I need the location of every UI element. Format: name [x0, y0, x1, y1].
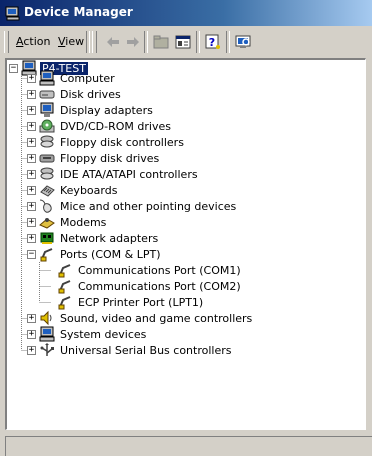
help-button[interactable]: ?	[204, 33, 222, 51]
help-icon: ?	[205, 34, 220, 49]
tree-item-keyboards[interactable]: Keyboards	[39, 182, 119, 198]
tree-item-lpt1[interactable]: ECP Printer Port (LPT1)	[57, 294, 205, 310]
port-icon	[40, 248, 53, 262]
expand-toggle[interactable]: +	[27, 170, 36, 179]
device-manager-icon	[5, 6, 20, 21]
port-icon	[58, 296, 71, 310]
tree-item-usb[interactable]: Universal Serial Bus controllers	[39, 342, 233, 358]
expand-toggle[interactable]: +	[27, 314, 36, 323]
tree-item-sound[interactable]: Sound, video and game controllers	[39, 310, 254, 326]
modem-icon	[39, 218, 55, 229]
tree-item-label: Disk drives	[60, 87, 121, 101]
tree-item-display-adapters[interactable]: Display adapters	[39, 102, 155, 118]
expand-toggle[interactable]: +	[27, 330, 36, 339]
toolbar-separator	[144, 31, 148, 53]
toolbar-grip[interactable]	[92, 31, 97, 53]
scan-hardware-icon	[235, 35, 251, 48]
tree-item-floppy-controllers[interactable]: Floppy disk controllers	[39, 134, 186, 150]
tree-item-computer[interactable]: Computer	[39, 70, 117, 86]
disk-drive-icon	[39, 90, 55, 99]
floppy-drive-icon	[39, 154, 55, 163]
expand-toggle[interactable]: +	[27, 138, 36, 147]
expand-toggle[interactable]: +	[27, 122, 36, 131]
expand-toggle[interactable]: +	[27, 202, 36, 211]
tree-item-label: DVD/CD-ROM drives	[60, 119, 171, 133]
collapse-toggle[interactable]: −	[9, 64, 18, 73]
expand-toggle[interactable]: +	[27, 218, 36, 227]
tree-item-label: Universal Serial Bus controllers	[60, 343, 232, 357]
tree-item-label: Floppy disk drives	[60, 151, 160, 165]
back-arrow-icon	[107, 37, 119, 47]
window-title: Device Manager	[24, 5, 133, 19]
computer-icon	[39, 70, 55, 86]
title-bar: Device Manager	[0, 0, 372, 26]
tree-item-label: Floppy disk controllers	[60, 135, 184, 149]
forward-button[interactable]	[124, 33, 142, 51]
tree-item-mice[interactable]: Mice and other pointing devices	[39, 198, 238, 214]
tree-item-disk-drives[interactable]: Disk drives	[39, 86, 123, 102]
up-button[interactable]	[152, 33, 170, 51]
tree-item-modems[interactable]: Modems	[39, 214, 108, 230]
forward-arrow-icon	[127, 37, 139, 47]
menu-view[interactable]: View	[58, 35, 84, 48]
expand-toggle[interactable]: +	[27, 74, 36, 83]
port-icon	[58, 264, 71, 278]
tree-item-com2[interactable]: Communications Port (COM2)	[57, 278, 243, 294]
menu-toolbar: Action View ?	[0, 26, 372, 58]
svg-text:?: ?	[209, 36, 215, 49]
tree-item-com1[interactable]: Communications Port (COM1)	[57, 262, 243, 278]
ide-controller-icon	[40, 167, 54, 180]
tree-item-network-adapters[interactable]: Network adapters	[39, 230, 160, 246]
port-icon	[58, 280, 71, 294]
sound-icon	[40, 310, 52, 326]
display-adapter-icon	[40, 102, 54, 117]
expand-toggle[interactable]: +	[27, 234, 36, 243]
tree-item-label: IDE ATA/ATAPI controllers	[60, 167, 198, 181]
system-devices-icon	[39, 326, 55, 342]
tree-item-dvd-cdrom-drives[interactable]: DVD/CD-ROM drives	[39, 118, 173, 134]
tree-item-label: System devices	[60, 327, 147, 341]
status-bar	[5, 436, 372, 456]
toolbar-grip[interactable]	[4, 31, 9, 53]
expand-toggle[interactable]: +	[27, 106, 36, 115]
tree-item-label: Display adapters	[60, 103, 153, 117]
keyboard-icon	[40, 185, 55, 197]
tree-item-system-devices[interactable]: System devices	[39, 326, 148, 342]
collapse-toggle[interactable]: −	[27, 250, 36, 259]
tree-item-label: Communications Port (COM1)	[78, 263, 241, 277]
tree-item-label: Keyboards	[60, 183, 118, 197]
up-folder-icon	[153, 35, 169, 49]
tree-item-floppy-drives[interactable]: Floppy disk drives	[39, 150, 161, 166]
expand-toggle[interactable]: +	[27, 346, 36, 355]
menu-action[interactable]: Action	[16, 35, 50, 48]
tree-item-label: Communications Port (COM2)	[78, 279, 241, 293]
network-adapter-icon	[40, 232, 54, 244]
tree-item-ide-controllers[interactable]: IDE ATA/ATAPI controllers	[39, 166, 200, 182]
expand-toggle[interactable]: +	[27, 154, 36, 163]
mouse-icon	[39, 199, 52, 213]
tree-item-label: Computer	[60, 71, 115, 85]
toolbar-separator	[226, 31, 230, 53]
tree-item-label: ECP Printer Port (LPT1)	[78, 295, 204, 309]
expand-toggle[interactable]: +	[27, 90, 36, 99]
floppy-controller-icon	[40, 135, 54, 148]
toolbar-separator	[196, 31, 200, 53]
tree-item-label: Ports (COM & LPT)	[60, 247, 161, 261]
scan-hardware-button[interactable]	[234, 33, 252, 51]
tree-item-label: Network adapters	[60, 231, 159, 245]
toolbar-separator	[86, 31, 90, 53]
device-tree[interactable]: − P4-TEST + Computer + Disk drives + Dis…	[5, 58, 366, 430]
properties-button[interactable]	[174, 33, 192, 51]
cdrom-icon	[39, 119, 55, 133]
expand-toggle[interactable]: +	[27, 186, 36, 195]
usb-icon	[40, 343, 54, 356]
tree-item-ports[interactable]: Ports (COM & LPT)	[39, 246, 163, 262]
tree-item-label: Modems	[60, 215, 107, 229]
properties-icon	[175, 35, 191, 49]
back-button[interactable]	[104, 33, 122, 51]
tree-item-label: Sound, video and game controllers	[60, 311, 253, 325]
tree-item-label: Mice and other pointing devices	[60, 199, 237, 213]
